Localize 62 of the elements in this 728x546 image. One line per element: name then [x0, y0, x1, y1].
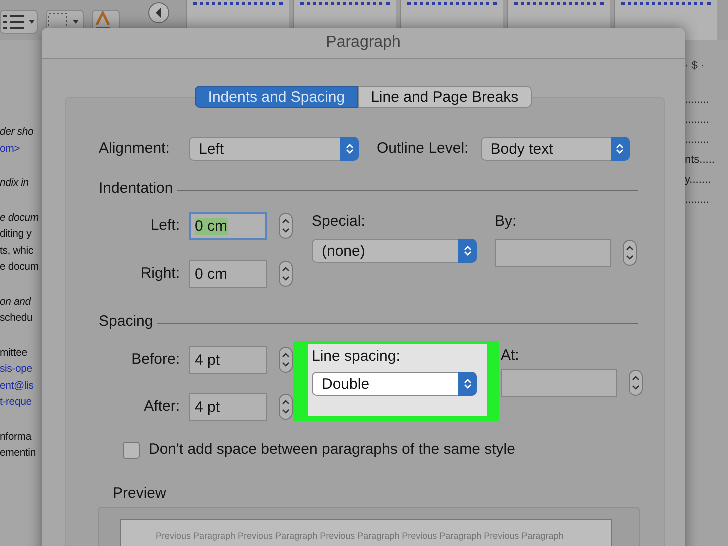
field-label: Before:	[130, 351, 180, 369]
input-field[interactable]: 4 pt	[189, 393, 267, 421]
field-label: Special:	[312, 213, 366, 231]
field-label: At:	[501, 347, 520, 365]
document-text: t-reque	[0, 395, 33, 410]
field-label: Left:	[150, 217, 180, 235]
document-text: schedu	[0, 311, 34, 326]
input-field[interactable]: 0 cm	[189, 260, 267, 288]
toc-text: ........	[685, 93, 710, 108]
stepper-control[interactable]	[629, 370, 643, 396]
preview-label: Preview	[113, 485, 168, 503]
tab[interactable]: Line and Page Breaks	[358, 86, 532, 108]
document-text: e docum	[0, 210, 40, 226]
input-field[interactable]: 0 cm	[189, 212, 267, 240]
document-text: ndix in	[0, 176, 30, 191]
checkbox-label: Don't add space between paragraphs of the same style	[149, 441, 516, 459]
document-text: mittee	[0, 346, 28, 360]
dialog-title: Paragraph	[326, 34, 401, 52]
document-text: diting y	[0, 227, 33, 242]
document-text: nforma	[0, 430, 33, 444]
updown-arrows-icon	[464, 245, 472, 257]
stepper-control[interactable]	[623, 240, 637, 266]
preview-text: Previous Paragraph Previous Paragraph Previous Paragraph Previous Paragraph Previous Paragraph	[156, 531, 564, 541]
tab[interactable]: Indents and Spacing	[195, 86, 358, 108]
list-icon[interactable]	[0, 10, 38, 34]
ruler-text: · $ ·	[685, 60, 706, 72]
field-label: By:	[495, 213, 518, 231]
input-field[interactable]	[501, 369, 617, 397]
document-text: e docum	[0, 260, 40, 275]
toc-text: ........	[685, 193, 710, 208]
stepper-control[interactable]	[279, 213, 293, 239]
field-label: Line spacing:	[312, 348, 402, 366]
stepper-control[interactable]	[279, 261, 293, 287]
document-text: om>	[0, 142, 22, 156]
input-field[interactable]	[495, 239, 611, 267]
toc-text: y.......	[685, 173, 712, 188]
updown-arrows-icon	[616, 143, 624, 155]
document-text: der sho	[0, 125, 35, 140]
field-label: After:	[143, 398, 180, 416]
section-heading: Indentation	[99, 180, 174, 196]
stepper-control[interactable]	[279, 394, 293, 420]
outline-level-dropdown[interactable]: Body text	[480, 137, 630, 161]
line-spacing-dropdown[interactable]: Double	[312, 372, 477, 396]
updown-arrows-icon	[346, 143, 354, 155]
document-text: sis-ope	[0, 362, 34, 377]
updown-arrows-icon	[464, 378, 472, 390]
stepper-control[interactable]	[279, 347, 293, 373]
toc-text: nts.....	[685, 153, 716, 168]
input-field[interactable]: 4 pt	[189, 346, 267, 374]
checkbox[interactable]	[123, 442, 140, 458]
document-text: on and	[0, 294, 32, 310]
field-label: Outline Level:	[377, 140, 469, 158]
document-text: ementin	[0, 446, 37, 461]
toc-text: ........	[685, 113, 710, 128]
section-heading: Spacing	[99, 312, 154, 330]
special-dropdown[interactable]: (none)	[312, 239, 477, 263]
toc-text: ........	[685, 133, 710, 148]
document-text: ent@lis	[0, 378, 35, 394]
document-text: ts, whic	[0, 244, 34, 258]
field-label: Right:	[140, 265, 180, 283]
field-label: Alignment:	[99, 140, 171, 158]
alignment-dropdown[interactable]: Left	[189, 137, 359, 161]
